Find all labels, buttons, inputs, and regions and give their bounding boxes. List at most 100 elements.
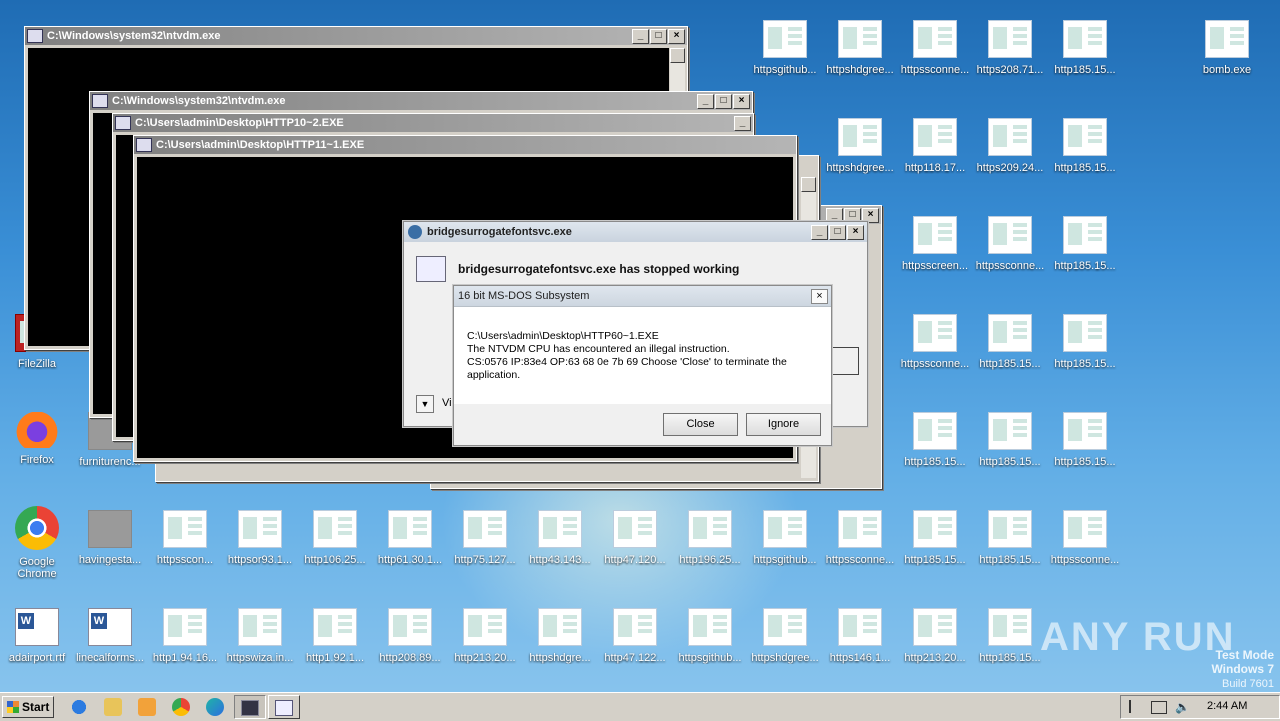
close-icon[interactable]: × — [811, 288, 828, 304]
close-button[interactable]: Close — [663, 413, 738, 436]
ignore-button[interactable]: Ignore — [746, 413, 821, 436]
desktop-icon[interactable]: httpsgithub... — [748, 10, 822, 96]
start-button[interactable]: Start — [2, 696, 54, 718]
chevron-down-icon[interactable]: ▼ — [416, 395, 434, 413]
file-icon — [1063, 216, 1107, 254]
desktop-icon[interactable]: http1.94.16... — [148, 598, 222, 684]
taskbar-button-ntvdm[interactable] — [234, 695, 266, 719]
desktop-icon[interactable]: http185.15... — [973, 500, 1047, 586]
title-bar[interactable]: bridgesurrogatefontsvc.exe _ □ × — [404, 222, 867, 242]
windows-flag-icon — [7, 701, 19, 713]
desktop-icon[interactable]: http47.120... — [598, 500, 672, 586]
window-icon — [275, 700, 293, 716]
chrome-icon[interactable] — [172, 698, 190, 716]
desktop-icon[interactable]: http185.15... — [898, 500, 972, 586]
scroll-up-arrow[interactable] — [670, 48, 685, 63]
msdos-subsystem-dialog[interactable]: 16 bit MS-DOS Subsystem × C:\Users\admin… — [453, 285, 832, 446]
anyrun-logo: ANY RUN — [1040, 615, 1236, 659]
desktop-icon[interactable]: httpshdgree... — [748, 598, 822, 684]
desktop-icon[interactable]: http208.89... — [373, 598, 447, 684]
file-icon — [1063, 20, 1107, 58]
maximize-button[interactable]: □ — [715, 93, 732, 109]
flag-icon[interactable] — [1129, 700, 1143, 713]
clock[interactable]: 2:44 AM — [1207, 700, 1247, 712]
minimize-button[interactable]: _ — [811, 224, 828, 240]
desktop-icon[interactable]: httpshdgree... — [823, 108, 897, 194]
desktop-icon[interactable]: http185.15... — [898, 402, 972, 488]
title-bar[interactable]: 16 bit MS-DOS Subsystem × — [454, 286, 831, 307]
desktop-icon[interactable]: http75.127... — [448, 500, 522, 586]
file-icon — [238, 608, 282, 646]
close-button[interactable]: × — [733, 93, 750, 109]
close-button[interactable]: × — [668, 28, 685, 44]
file-icon — [763, 20, 807, 58]
ie-icon[interactable] — [70, 698, 88, 716]
title-bar[interactable]: C:\Windows\system32\ntvdm.exe _ □ × — [25, 27, 687, 45]
desktop-icon[interactable]: https208.71... — [973, 10, 1047, 96]
desktop-icon[interactable]: httpsscon... — [148, 500, 222, 586]
desktop-icon[interactable]: http61.30.1... — [373, 500, 447, 586]
desktop-icon[interactable]: http185.15... — [1048, 108, 1122, 194]
desktop-icon[interactable]: http196.25... — [673, 500, 747, 586]
desktop-icon-linecall[interactable]: linecalforms... — [73, 598, 147, 684]
desktop-icon[interactable]: http213.20... — [898, 598, 972, 684]
desktop-icon[interactable]: httpssconne... — [898, 10, 972, 96]
desktop-icon-bomb[interactable]: bomb.exe — [1190, 10, 1264, 96]
maximize-button[interactable]: □ — [650, 28, 667, 44]
desktop-icon[interactable]: http118.17... — [898, 108, 972, 194]
desktop-icon[interactable]: httpssconne... — [973, 206, 1047, 292]
volume-icon[interactable]: 🔈 — [1175, 700, 1190, 714]
desktop-icon[interactable]: http185.15... — [973, 402, 1047, 488]
desktop-icon[interactable]: httpsgithub... — [748, 500, 822, 586]
desktop-icon[interactable]: http185.15... — [1048, 10, 1122, 96]
desktop-icon[interactable]: http106.25... — [298, 500, 372, 586]
desktop-icon[interactable]: https146.1... — [823, 598, 897, 684]
file-icon — [1063, 118, 1107, 156]
desktop-icon-firefox[interactable]: Firefox — [0, 402, 74, 488]
desktop-icon[interactable]: http185.15... — [1048, 402, 1122, 488]
network-icon[interactable] — [1151, 701, 1167, 714]
minimize-button[interactable]: _ — [632, 28, 649, 44]
desktop-icon[interactable]: httpssconne... — [898, 304, 972, 390]
file-icon — [163, 510, 207, 548]
desktop-icon[interactable]: httpsgithub... — [673, 598, 747, 684]
desktop-icon[interactable]: http213.20... — [448, 598, 522, 684]
desktop-icon[interactable]: httpshdgre... — [523, 598, 597, 684]
scroll-up-arrow[interactable] — [801, 177, 816, 192]
file-icon — [988, 412, 1032, 450]
desktop-icon[interactable]: http185.15... — [1048, 206, 1122, 292]
close-button[interactable]: × — [847, 224, 864, 240]
desktop-icon[interactable]: http185.15... — [973, 598, 1047, 684]
desktop-icon-adairport[interactable]: adairport.rtf — [0, 598, 74, 684]
desktop-icon[interactable]: httpswiza.in... — [223, 598, 297, 684]
desktop-icon-chrome[interactable]: Google Chrome — [0, 496, 74, 582]
desktop-icon[interactable]: http47.122... — [598, 598, 672, 684]
title-bar[interactable]: C:\Users\admin\Desktop\HTTP10~2.EXE _ — [113, 114, 753, 132]
desktop-icon[interactable]: http185.15... — [973, 304, 1047, 390]
title-bar[interactable]: C:\Windows\system32\ntvdm.exe _ □ × — [90, 92, 752, 110]
desktop-icon[interactable]: http43.143... — [523, 500, 597, 586]
console-icon — [27, 29, 43, 43]
explorer-icon[interactable] — [104, 698, 122, 716]
desktop-icon[interactable]: http1.92.1... — [298, 598, 372, 684]
file-icon — [913, 314, 957, 352]
desktop-icon[interactable]: httpsscreen... — [898, 206, 972, 292]
file-icon — [838, 510, 882, 548]
desktop-icon[interactable]: httpssconne... — [1048, 500, 1122, 586]
taskbar-button-wer[interactable] — [268, 695, 300, 719]
edge-icon[interactable] — [206, 698, 224, 716]
file-icon — [988, 216, 1032, 254]
desktop-icon[interactable]: httpsor93.1... — [223, 500, 297, 586]
desktop-icon[interactable]: https209.24... — [973, 108, 1047, 194]
desktop-icon[interactable]: httpssconne... — [823, 500, 897, 586]
title-bar[interactable]: C:\Users\admin\Desktop\HTTP11~1.EXE — [134, 136, 796, 154]
maximize-button[interactable]: □ — [829, 224, 846, 240]
file-icon — [313, 608, 357, 646]
desktop-icon-havinges[interactable]: havingesta... — [73, 500, 147, 586]
file-icon — [163, 608, 207, 646]
desktop-icon[interactable]: httpshdgree... — [823, 10, 897, 96]
desktop-icon[interactable]: http185.15... — [1048, 304, 1122, 390]
minimize-button[interactable]: _ — [697, 93, 714, 109]
minimize-button[interactable]: _ — [734, 115, 751, 131]
media-player-icon[interactable] — [138, 698, 156, 716]
